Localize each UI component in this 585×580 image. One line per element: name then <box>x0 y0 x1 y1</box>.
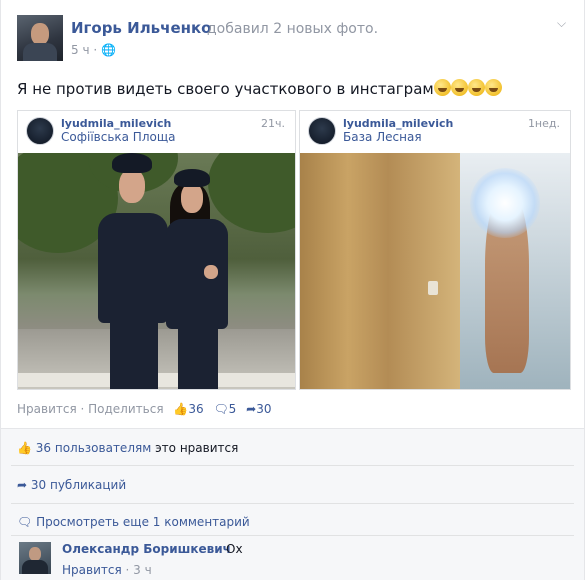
commenter-name[interactable]: Олександр Боришкевич <box>62 542 231 556</box>
instagram-card[interactable]: lyudmila_milevich База Лесная 1нед. <box>299 110 571 390</box>
shares-count[interactable]: ➦30 <box>246 402 271 416</box>
avatar-face <box>29 547 41 561</box>
comment-time[interactable]: 3 ч <box>133 563 152 577</box>
likes-count[interactable]: 👍36 <box>173 402 203 416</box>
post-text-body: Я не против видеть своего участкового в … <box>17 80 434 98</box>
officer-woman-cap <box>174 169 210 187</box>
officer-woman-legs <box>178 323 218 389</box>
instagram-card-header: lyudmila_milevich Софіївська Площа 21ч. <box>18 111 295 153</box>
view-more-comments-link[interactable]: Просмотреть еще 1 комментарий <box>36 515 250 529</box>
author-name[interactable]: Игорь Ильченко <box>71 19 212 37</box>
likes-suffix: это нравится <box>155 441 239 455</box>
police-photo[interactable] <box>18 153 295 389</box>
officer-woman-face <box>181 183 203 213</box>
officer-man-cap <box>112 153 152 173</box>
view-more-comments[interactable]: 🗨 Просмотреть еще 1 комментарий <box>17 515 250 529</box>
separator-dot: · <box>80 402 89 416</box>
facebook-post: Игорь Ильченко добавил 2 новых фото. ⌵ 5… <box>0 0 585 580</box>
photo-door-lock <box>428 281 438 295</box>
likes-users-link[interactable]: 36 пользователям <box>36 441 151 455</box>
divider <box>11 503 574 504</box>
avatar-body <box>23 43 57 61</box>
post-action-bar: Нравится · Поделиться 👍36 🗨5 ➦30 <box>17 402 271 416</box>
instagram-location[interactable]: Софіївська Площа <box>61 130 176 144</box>
share-arrow-icon: ➦ <box>246 402 257 416</box>
comment-icon: 🗨 <box>17 515 33 529</box>
mirror-selfie-photo[interactable] <box>300 153 570 389</box>
post-text: Я не против видеть своего участкового в … <box>17 79 502 100</box>
post-meta: 5 ч · 🌐 <box>71 43 116 57</box>
commenter-avatar[interactable] <box>19 542 51 574</box>
avatar-face <box>31 23 49 45</box>
instagram-time: 1нед. <box>527 117 560 130</box>
divider <box>11 535 574 536</box>
comment-like-link[interactable]: Нравится <box>62 563 122 577</box>
share-arrow-icon: ➦ <box>17 478 28 492</box>
like-link[interactable]: Нравится <box>17 402 77 416</box>
chevron-down-icon[interactable]: ⌵ <box>557 16 566 31</box>
comment-icon: 🗨 <box>213 402 229 416</box>
laughing-emoji-icon <box>467 79 485 96</box>
officer-woman-hand <box>204 265 218 279</box>
avatar-body <box>22 560 48 574</box>
separator-dot: · <box>93 43 102 57</box>
post-action-text: добавил 2 новых фото. <box>207 21 379 37</box>
laughing-emoji-icon <box>484 79 502 96</box>
likes-summary: 👍 36 пользователям это нравится <box>17 441 238 455</box>
thumbs-up-icon: 👍 <box>17 441 32 455</box>
instagram-time: 21ч. <box>261 117 285 130</box>
comment-meta: Нравится · 3 ч <box>62 563 152 577</box>
share-link[interactable]: Поделиться <box>88 402 163 416</box>
laughing-emoji-group <box>433 79 502 100</box>
instagram-card-header: lyudmila_milevich База Лесная 1нед. <box>300 111 570 153</box>
instagram-avatar[interactable] <box>26 117 54 145</box>
instagram-location[interactable]: База Лесная <box>343 130 422 144</box>
officer-man-face <box>119 169 145 203</box>
instagram-username[interactable]: lyudmila_milevich <box>343 117 453 130</box>
shares-summary[interactable]: ➦ 30 публикаций <box>17 478 126 492</box>
officer-woman <box>166 219 228 329</box>
officer-man <box>98 213 168 323</box>
camera-flash-glow <box>470 168 540 238</box>
instagram-card[interactable]: lyudmila_milevich Софіївська Площа 21ч. <box>17 110 296 390</box>
thumbs-up-icon: 👍 <box>173 402 189 416</box>
comment-text: Ох <box>226 542 243 556</box>
shares-link[interactable]: 30 публикаций <box>31 478 126 492</box>
instagram-avatar[interactable] <box>308 117 336 145</box>
author-avatar[interactable] <box>17 15 63 61</box>
divider <box>11 465 574 466</box>
comments-count[interactable]: 🗨5 <box>213 402 236 416</box>
post-time[interactable]: 5 ч <box>71 43 90 57</box>
laughing-emoji-icon <box>433 79 451 96</box>
laughing-emoji-icon <box>450 79 468 96</box>
instagram-username[interactable]: lyudmila_milevich <box>61 117 171 130</box>
separator-dot: · <box>125 563 134 577</box>
photo-door <box>300 153 460 389</box>
officer-man-legs <box>110 313 158 389</box>
globe-icon[interactable]: 🌐 <box>101 43 116 57</box>
